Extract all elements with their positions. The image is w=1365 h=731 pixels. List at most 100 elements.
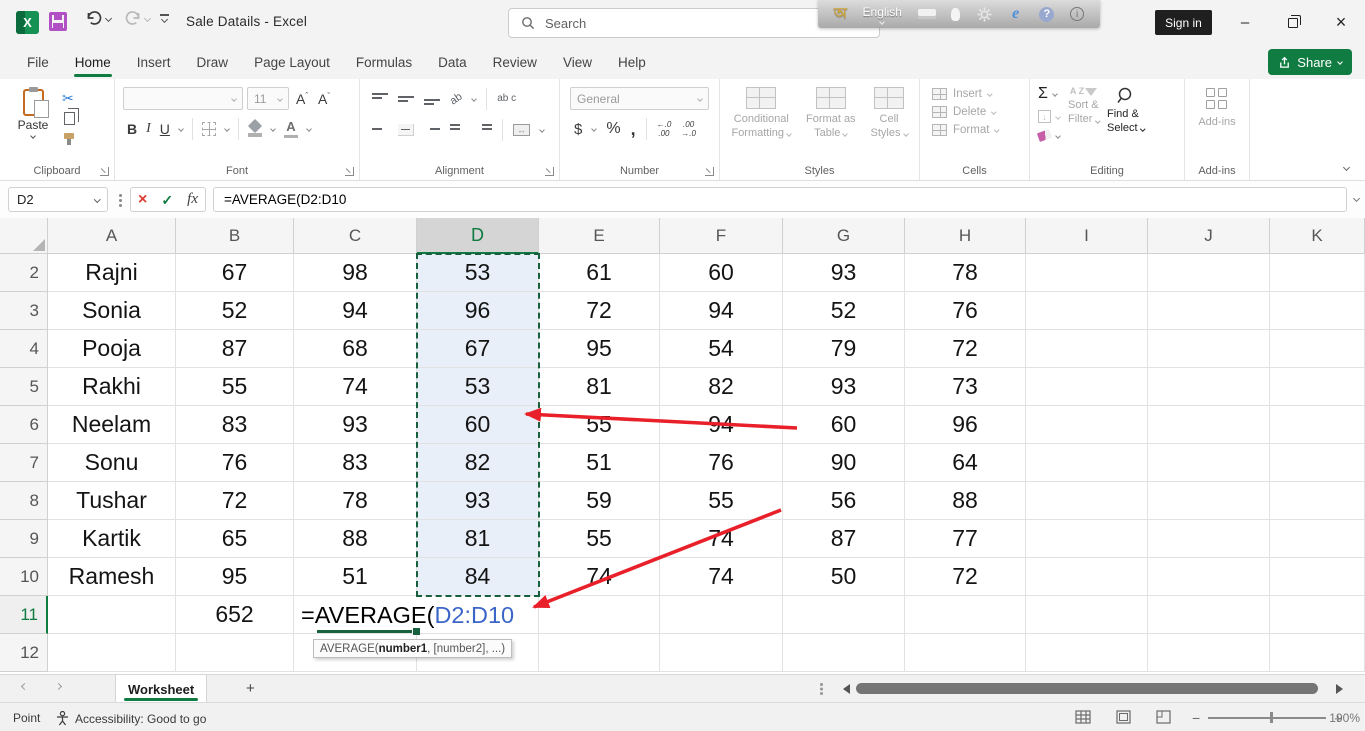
tab-view[interactable]: View [550,45,605,79]
row-header-5[interactable]: 5 [0,368,48,406]
column-header-K[interactable]: K [1270,218,1365,254]
align-top-icon[interactable] [372,93,388,105]
cell-H3[interactable]: 76 [905,292,1026,330]
avro-icon[interactable] [951,8,960,21]
fill-color-icon[interactable] [248,121,262,137]
sort-filter-button[interactable]: A Z Sort &Filter [1068,86,1099,162]
close-button[interactable]: × [1317,0,1365,45]
column-header-B[interactable]: B [176,218,294,254]
tab-insert[interactable]: Insert [124,45,184,79]
cell-K2[interactable] [1270,254,1365,292]
cell-J9[interactable] [1148,520,1270,558]
cell-H10[interactable]: 72 [905,558,1026,596]
cell-B12[interactable] [176,634,294,672]
cell-D4[interactable]: 67 [417,330,539,368]
cell-I3[interactable] [1026,292,1148,330]
zoom-slider-handle[interactable] [1270,712,1273,723]
restore-button[interactable] [1269,0,1317,45]
cell-E11[interactable] [539,596,660,634]
cell-K3[interactable] [1270,292,1365,330]
column-header-D[interactable]: D [417,218,539,254]
merge-center-icon[interactable]: ↔ [513,124,530,136]
cell-E3[interactable]: 72 [539,292,660,330]
cell-B2[interactable]: 67 [176,254,294,292]
cell-K7[interactable] [1270,444,1365,482]
row-header-12[interactable]: 12 [0,634,48,672]
tab-data[interactable]: Data [425,45,480,79]
borders-icon[interactable] [202,122,216,136]
cell-C7[interactable]: 83 [294,444,417,482]
tab-page-layout[interactable]: Page Layout [241,45,343,79]
cell-K5[interactable] [1270,368,1365,406]
tab-home[interactable]: Home [62,45,124,79]
clipboard-dialog-launcher[interactable] [100,167,109,176]
cell-A4[interactable]: Pooja [48,330,176,368]
conditional-formatting-button[interactable]: ConditionalFormatting [731,87,791,162]
row-header-6[interactable]: 6 [0,406,48,444]
alignment-dialog-launcher[interactable] [545,167,554,176]
cell-K10[interactable] [1270,558,1365,596]
row-header-2[interactable]: 2 [0,254,48,292]
cell-A3[interactable]: Sonia [48,292,176,330]
cell-I8[interactable] [1026,482,1148,520]
cell-E7[interactable]: 51 [539,444,660,482]
cell-D9[interactable]: 81 [417,520,539,558]
font-color-dropdown[interactable] [306,126,312,132]
cell-A12[interactable] [48,634,176,672]
cell-A2[interactable]: Rajni [48,254,176,292]
cell-D3[interactable]: 96 [417,292,539,330]
cell-A9[interactable]: Kartik [48,520,176,558]
cell-A11[interactable] [48,596,176,634]
cell-K12[interactable] [1270,634,1365,672]
cell-C4[interactable]: 68 [294,330,417,368]
cell-F7[interactable]: 76 [660,444,783,482]
cell-I9[interactable] [1026,520,1148,558]
cell-H7[interactable]: 64 [905,444,1026,482]
cell-E4[interactable]: 95 [539,330,660,368]
formula-input[interactable]: =AVERAGE(D2:D10 [213,187,1347,212]
cell-C6[interactable]: 93 [294,406,417,444]
page-layout-view-icon[interactable] [1116,710,1131,724]
cell-H12[interactable] [905,634,1026,672]
cell-D2[interactable]: 53 [417,254,539,292]
cell-F5[interactable]: 82 [660,368,783,406]
cell-C5[interactable]: 74 [294,368,417,406]
new-sheet-button[interactable]: + [246,680,255,697]
cell-B11[interactable]: 652 [176,596,294,634]
cell-J5[interactable] [1148,368,1270,406]
format-as-table-button[interactable]: Format asTable [806,87,856,162]
percent-icon[interactable]: % [606,120,620,138]
browser-icon[interactable]: e [1008,6,1024,22]
tab-formulas[interactable]: Formulas [343,45,425,79]
language-selector[interactable]: English [863,5,902,24]
row-header-3[interactable]: 3 [0,292,48,330]
column-header-C[interactable]: C [294,218,417,254]
column-header-E[interactable]: E [539,218,660,254]
cell-I10[interactable] [1026,558,1148,596]
save-icon[interactable] [49,12,67,31]
orientation-dropdown[interactable] [471,96,477,102]
cell-J8[interactable] [1148,482,1270,520]
currency-icon[interactable]: $ [574,121,582,138]
cell-G8[interactable]: 56 [783,482,905,520]
select-all-corner[interactable] [0,218,48,254]
sign-in-button[interactable]: Sign in [1155,10,1212,35]
cell-K6[interactable] [1270,406,1365,444]
cell-B9[interactable]: 65 [176,520,294,558]
delete-cells-button[interactable]: Delete [932,106,1025,118]
row-header-10[interactable]: 10 [0,558,48,596]
cell-C9[interactable]: 88 [294,520,417,558]
cell-D7[interactable]: 82 [417,444,539,482]
row-header-9[interactable]: 9 [0,520,48,558]
cut-icon[interactable]: ✂ [62,91,76,105]
cell-H8[interactable]: 88 [905,482,1026,520]
cell-J3[interactable] [1148,292,1270,330]
scroll-right-icon[interactable] [1336,684,1343,694]
format-cells-button[interactable]: Format [932,124,1025,136]
enter-icon[interactable]: ✓ [161,193,173,207]
cell-E5[interactable]: 81 [539,368,660,406]
cell-C2[interactable]: 98 [294,254,417,292]
cell-J6[interactable] [1148,406,1270,444]
cell-H5[interactable]: 73 [905,368,1026,406]
cell-K8[interactable] [1270,482,1365,520]
